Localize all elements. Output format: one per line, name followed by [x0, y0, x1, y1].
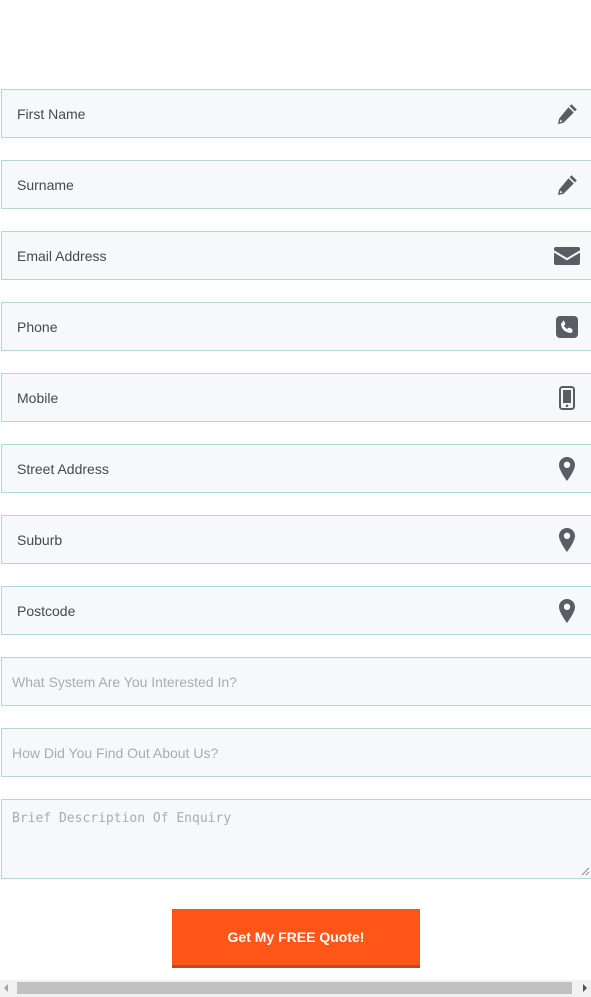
scroll-left-arrow-icon[interactable]	[4, 984, 8, 992]
horizontal-scrollbar[interactable]	[0, 980, 591, 997]
postcode-label: Postcode	[17, 602, 76, 619]
enquiry-description-placeholder: Brief Description Of Enquiry	[12, 811, 232, 826]
email-field[interactable]: Email Address	[1, 231, 591, 280]
phone-field[interactable]: Phone	[1, 302, 591, 351]
get-quote-button[interactable]: Get My FREE Quote!	[172, 909, 420, 968]
map-marker-icon	[554, 598, 580, 624]
pencil-icon	[554, 172, 580, 198]
first-name-label: First Name	[17, 105, 86, 122]
surname-field[interactable]: Surname	[1, 160, 591, 209]
scroll-right-arrow-icon[interactable]	[583, 984, 587, 992]
suburb-label: Suburb	[17, 531, 63, 548]
resize-handle-icon[interactable]	[581, 867, 590, 876]
mobile-field[interactable]: Mobile	[1, 373, 591, 422]
surname-label: Surname	[17, 176, 74, 193]
phone-label: Phone	[17, 318, 58, 335]
street-address-label: Street Address	[17, 460, 109, 477]
first-name-field[interactable]: First Name	[1, 89, 591, 138]
phone-square-icon	[554, 314, 580, 340]
referral-source-input[interactable]: How Did You Find Out About Us?	[1, 728, 591, 777]
mobile-icon	[554, 385, 580, 411]
enquiry-description-textarea[interactable]: Brief Description Of Enquiry	[1, 799, 591, 879]
system-interest-placeholder: What System Are You Interested In?	[12, 673, 237, 690]
mobile-label: Mobile	[17, 389, 59, 406]
envelope-icon	[554, 243, 580, 269]
quote-form-page: First Name Surname Email Address Phone M…	[0, 0, 591, 997]
referral-source-placeholder: How Did You Find Out About Us?	[12, 744, 219, 761]
suburb-field[interactable]: Suburb	[1, 515, 591, 564]
email-label: Email Address	[17, 247, 107, 264]
map-marker-icon	[554, 527, 580, 553]
map-marker-icon	[554, 456, 580, 482]
system-interest-input[interactable]: What System Are You Interested In?	[1, 657, 591, 706]
pencil-icon	[554, 101, 580, 127]
postcode-field[interactable]: Postcode	[1, 586, 591, 635]
scrollbar-thumb[interactable]	[17, 982, 572, 994]
street-address-field[interactable]: Street Address	[1, 444, 591, 493]
